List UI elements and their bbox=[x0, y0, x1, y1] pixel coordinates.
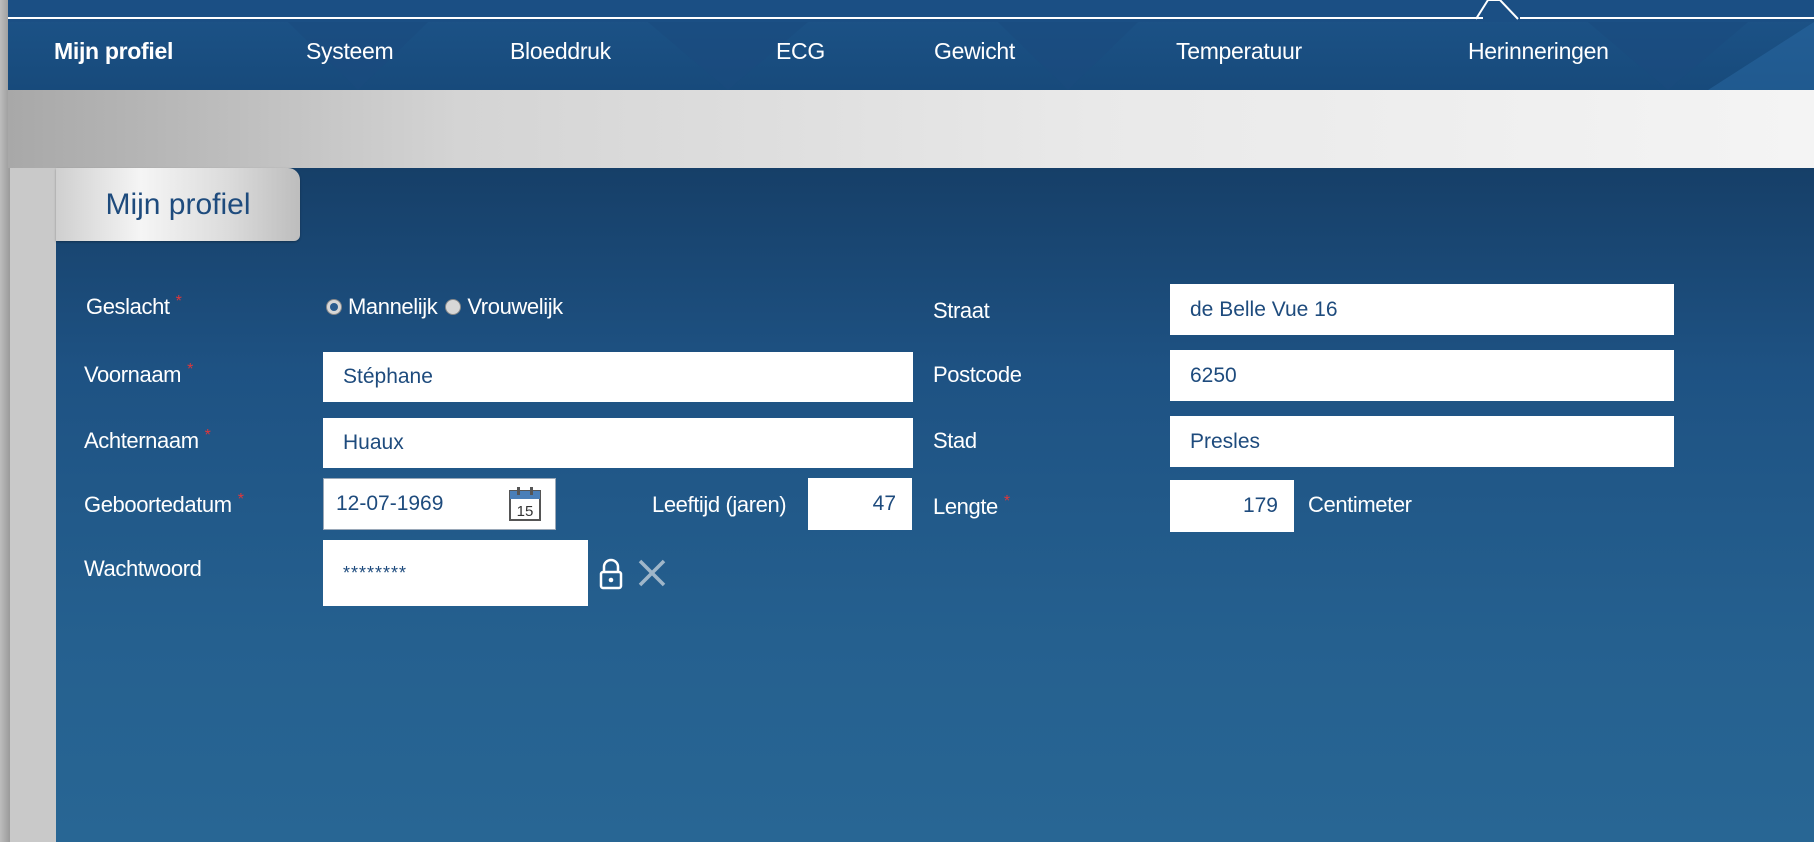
nav-item-mijn-profiel[interactable]: Mijn profiel bbox=[54, 38, 173, 65]
radio-vrouwelijk[interactable] bbox=[445, 299, 462, 315]
first-name-label: Voornaam * bbox=[84, 361, 193, 387]
age-field: 47 bbox=[808, 478, 912, 530]
city-field[interactable]: Presles bbox=[1170, 416, 1674, 467]
street-field[interactable]: de Belle Vue 16 bbox=[1170, 284, 1674, 335]
password-field[interactable]: ******** bbox=[323, 540, 588, 606]
height-unit-label: Centimeter bbox=[1308, 492, 1412, 517]
gender-label: Geslacht * bbox=[86, 293, 182, 319]
sub-header-band bbox=[8, 90, 1814, 168]
nav-item-systeem[interactable]: Systeem bbox=[306, 38, 394, 65]
nav-item-temperatuur[interactable]: Temperatuur bbox=[1176, 38, 1302, 65]
postcode-field[interactable]: 6250 bbox=[1170, 350, 1674, 401]
required-marker: * bbox=[1003, 493, 1010, 510]
street-label: Straat bbox=[933, 298, 990, 323]
last-name-label: Achternaam * bbox=[84, 427, 211, 453]
tab-label: Mijn profiel bbox=[105, 188, 251, 221]
svg-text:15: 15 bbox=[517, 503, 534, 520]
required-marker: * bbox=[237, 491, 244, 508]
birthdate-label: Geboortedatum * bbox=[84, 491, 244, 517]
height-label: Lengte * bbox=[933, 493, 1010, 519]
gender-radio-group: Mannelijk Vrouwelijk bbox=[326, 294, 563, 320]
tab-mijn-profiel[interactable]: Mijn profiel bbox=[56, 168, 300, 241]
password-label: Wachtwoord bbox=[84, 556, 202, 581]
nav-divider-line bbox=[1520, 17, 1814, 19]
nav-item-ecg[interactable]: ECG bbox=[776, 38, 825, 65]
required-marker: * bbox=[204, 427, 211, 444]
radio-mannelijk[interactable] bbox=[326, 299, 342, 315]
height-field[interactable]: 179 bbox=[1170, 480, 1294, 532]
required-marker: * bbox=[175, 293, 182, 310]
age-label: Leeftijd (jaren) bbox=[652, 492, 787, 517]
nav-item-gewicht[interactable]: Gewicht bbox=[934, 38, 1015, 65]
first-name-field[interactable]: Stéphane bbox=[323, 352, 913, 402]
birthdate-value: 12-07-1969 bbox=[336, 492, 444, 515]
nav-divider-line bbox=[8, 17, 1483, 19]
last-name-field[interactable]: Huaux bbox=[323, 418, 913, 468]
radio-mannelijk-label[interactable]: Mannelijk bbox=[348, 294, 438, 320]
nav-notch bbox=[1476, 0, 1519, 20]
city-label: Stad bbox=[933, 428, 977, 453]
nav-item-herinneringen[interactable]: Herinneringen bbox=[1468, 38, 1609, 65]
calendar-icon[interactable]: 15 bbox=[508, 486, 542, 522]
lock-icon[interactable] bbox=[597, 558, 625, 590]
radio-vrouwelijk-label[interactable]: Vrouwelijk bbox=[467, 294, 563, 320]
required-marker: * bbox=[187, 361, 193, 378]
close-icon[interactable] bbox=[636, 557, 668, 589]
top-navigation: Mijn profiel Systeem Bloeddruk ECG Gewic… bbox=[8, 0, 1814, 90]
nav-item-bloeddruk[interactable]: Bloeddruk bbox=[510, 38, 611, 65]
postcode-label: Postcode bbox=[933, 362, 1022, 387]
